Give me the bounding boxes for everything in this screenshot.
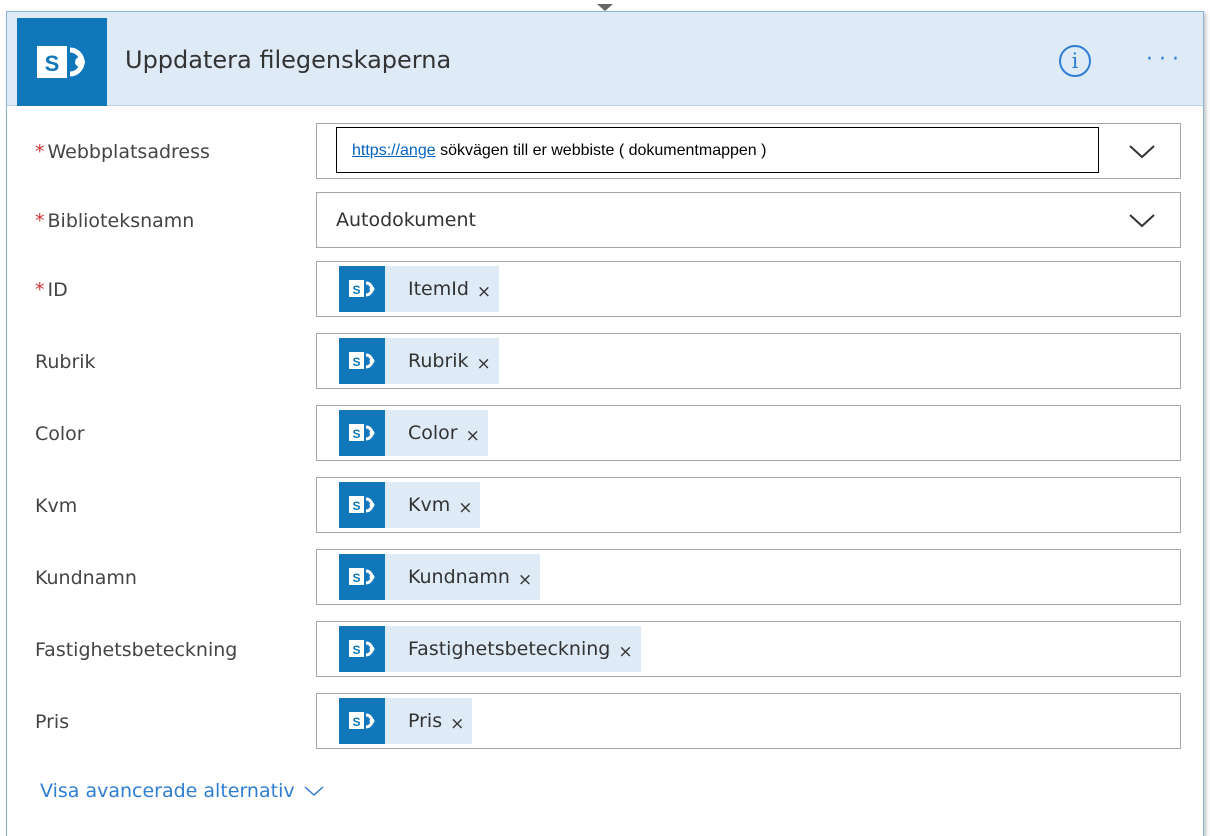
show-advanced-options-link[interactable]: Visa avancerade alternativ — [40, 780, 325, 802]
row-rubrik: Rubrik S Rubrik × — [7, 333, 1203, 389]
remove-token-icon[interactable]: × — [477, 354, 491, 374]
row-pris: Pris S Pris × — [7, 693, 1203, 749]
remove-token-icon[interactable]: × — [458, 498, 472, 518]
token-label: Color — [408, 422, 458, 444]
kvm-input[interactable]: S Kvm × — [316, 477, 1181, 533]
row-site-address: * Webbplatsadress https://ange sökvägen t… — [7, 123, 1203, 179]
chevron-down-icon[interactable] — [1128, 141, 1156, 161]
required-mark: * — [35, 141, 45, 163]
row-id: * ID S ItemId × — [7, 261, 1203, 317]
required-mark: * — [35, 279, 45, 301]
library-label: * Biblioteksnamn — [35, 210, 195, 232]
remove-token-icon[interactable]: × — [450, 714, 464, 734]
token-label: ItemId — [408, 278, 469, 300]
remove-token-icon[interactable]: × — [466, 426, 480, 446]
kundnamn-input[interactable]: S Kundnamn × — [316, 549, 1181, 605]
sharepoint-icon: S — [339, 410, 385, 456]
svg-text:S: S — [352, 427, 360, 441]
sharepoint-icon: S — [339, 698, 385, 744]
token-label: Fastighetsbeteckning — [408, 638, 611, 660]
chevron-down-icon — [304, 786, 324, 797]
info-icon[interactable]: i — [1059, 45, 1091, 77]
site-address-label: * Webbplatsadress — [35, 141, 210, 163]
remove-token-icon[interactable]: × — [477, 282, 491, 302]
pris-label: Pris — [35, 711, 70, 733]
kundnamn-label: Kundnamn — [35, 567, 137, 589]
required-mark: * — [35, 210, 45, 232]
more-options-icon[interactable]: ··· — [1146, 49, 1185, 71]
remove-token-icon[interactable]: × — [518, 570, 532, 590]
svg-text:S: S — [352, 643, 360, 657]
dynamic-token-kundnamn[interactable]: S Kundnamn × — [339, 554, 541, 600]
site-address-value[interactable]: https://ange sökvägen till er webbiste (… — [336, 127, 1099, 173]
sharepoint-icon: S — [339, 554, 385, 600]
dynamic-token-color[interactable]: S Color × — [339, 410, 488, 456]
sharepoint-icon: S — [339, 338, 385, 384]
token-label: Pris — [408, 710, 443, 732]
dynamic-token-pris[interactable]: S Pris × — [339, 698, 473, 744]
fastighetsbeteckning-input[interactable]: S Fastighetsbeteckning × — [316, 621, 1181, 677]
dynamic-token-rubrik[interactable]: S Rubrik × — [339, 338, 499, 384]
sharepoint-icon: S — [339, 626, 385, 672]
svg-text:S: S — [352, 355, 360, 369]
token-label: Kvm — [408, 494, 451, 516]
row-kvm: Kvm S Kvm × — [7, 477, 1203, 533]
sharepoint-logo-icon: S — [17, 18, 107, 106]
library-value: Autodokument — [336, 209, 476, 231]
pris-input[interactable]: S Pris × — [316, 693, 1181, 749]
card-header[interactable]: S Uppdatera filegenskaperna i ··· — [7, 12, 1203, 106]
color-label: Color — [35, 423, 85, 445]
library-dropdown[interactable]: Autodokument — [316, 192, 1181, 248]
id-input[interactable]: S ItemId × — [316, 261, 1181, 317]
svg-text:S: S — [45, 51, 60, 76]
svg-text:S: S — [352, 715, 360, 729]
token-label: Rubrik — [408, 350, 469, 372]
rubrik-label: Rubrik — [35, 351, 96, 373]
token-label: Kundnamn — [408, 566, 510, 588]
sharepoint-icon: S — [339, 482, 385, 528]
dynamic-token-fastighetsbeteckning[interactable]: S Fastighetsbeteckning × — [339, 626, 641, 672]
action-card: S Uppdatera filegenskaperna i ··· * Webbp… — [6, 11, 1204, 836]
site-address-link[interactable]: https://ange — [352, 142, 436, 159]
kvm-label: Kvm — [35, 495, 78, 517]
card-title: Uppdatera filegenskaperna — [125, 46, 452, 74]
color-input[interactable]: S Color × — [316, 405, 1181, 461]
row-color: Color S Color × — [7, 405, 1203, 461]
svg-text:S: S — [352, 283, 360, 297]
fastighetsbeteckning-label: Fastighetsbeteckning — [35, 639, 238, 661]
id-label: * ID — [35, 279, 68, 301]
dynamic-token-itemid[interactable]: S ItemId × — [339, 266, 500, 312]
remove-token-icon[interactable]: × — [618, 642, 632, 662]
svg-text:S: S — [352, 571, 360, 585]
site-address-dropdown[interactable]: https://ange sökvägen till er webbiste (… — [316, 123, 1181, 179]
dynamic-token-kvm[interactable]: S Kvm × — [339, 482, 481, 528]
sharepoint-icon: S — [339, 266, 385, 312]
row-kundnamn: Kundnamn S Kundnamn × — [7, 549, 1203, 605]
connector-arrow-icon — [597, 4, 613, 11]
row-library: * Biblioteksnamn Autodokument — [7, 192, 1203, 248]
chevron-down-icon[interactable] — [1128, 210, 1156, 230]
rubrik-input[interactable]: S Rubrik × — [316, 333, 1181, 389]
svg-text:S: S — [352, 499, 360, 513]
row-fastighetsbeteckning: Fastighetsbeteckning S Fastighetsbeteckn… — [7, 621, 1203, 677]
